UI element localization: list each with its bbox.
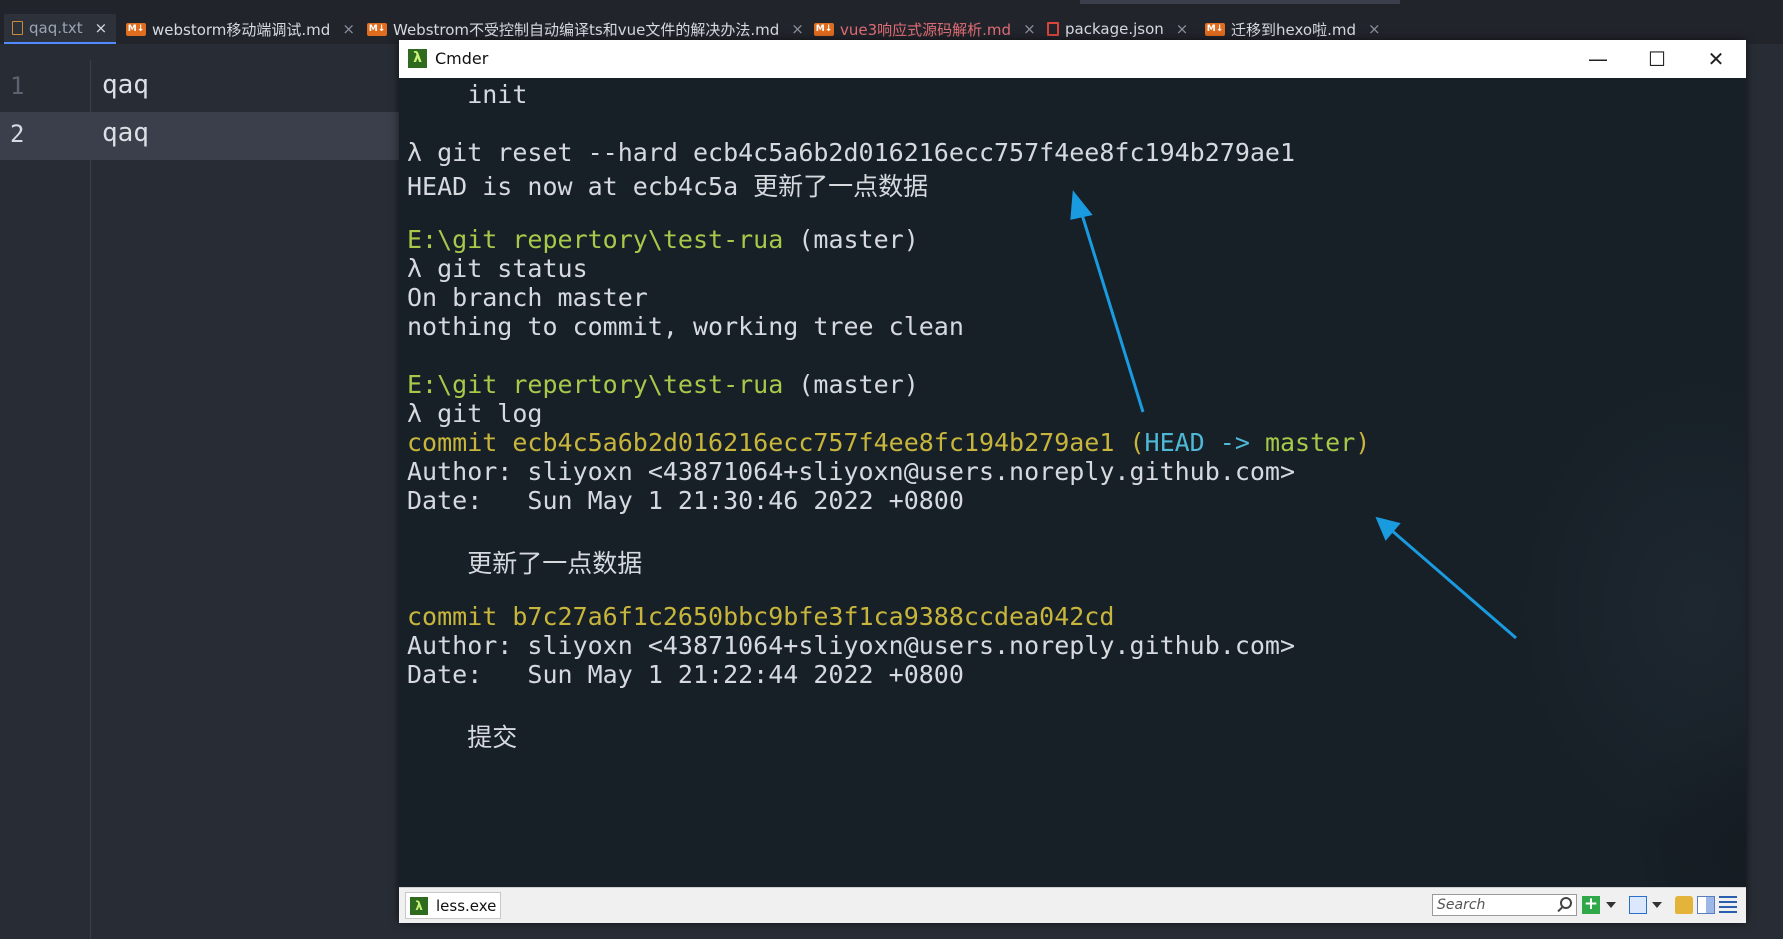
commit-line: commit b7c27a6f1c2650bbc9bfe3f1ca9388ccd… [407,602,1115,631]
close-button[interactable]: ✕ [1687,40,1745,78]
close-icon[interactable]: × [1368,20,1381,38]
cmder-window: λ Cmder — ☐ ✕ init λ git reset --hard ec… [399,40,1746,923]
terminal-line: 更新了一点数据 [407,549,643,578]
menu-icon[interactable] [1719,896,1737,914]
close-icon[interactable]: × [1023,20,1036,38]
close-icon[interactable]: × [1176,20,1189,38]
ref-close: ) [1355,428,1371,457]
editor-tab-bar: qaq.txt × M↓ webstorm移动端调试.md × M↓ Webst… [0,0,1783,44]
tab-strip-indicator [1080,0,1400,4]
close-icon[interactable]: × [342,20,355,38]
terminal-line: λ git status [407,254,588,283]
minimize-button[interactable]: — [1569,40,1627,78]
prompt-branch: (master) [783,370,919,399]
txt-file-icon [12,21,23,35]
terminal-line: λ git reset --hard ecb4c5a6b2d016216ecc7… [407,138,1296,167]
chevron-down-icon[interactable] [1652,902,1662,908]
tab-label: qaq.txt [29,19,83,37]
line-number: 1 [10,72,25,100]
cmder-lambda-icon: λ [408,49,427,68]
commit-hash: commit ecb4c5a6b2d016216ecc757f4ee8fc194… [407,428,1115,457]
search-placeholder: Search [1437,897,1486,913]
prompt-branch: (master) [783,225,919,254]
line-text: qaq [102,118,149,148]
ref-open: ( [1114,428,1145,457]
terminal-line: Author: sliyoxn <43871064+sliyoxn@users.… [407,631,1296,660]
terminal-line: Date: Sun May 1 21:30:46 2022 +0800 [407,486,964,515]
search-input[interactable]: Search [1432,894,1577,916]
tab-label: 迁移到hexo啦.md [1231,20,1356,39]
line-number-gutter [0,60,91,939]
terminal-line: Date: Sun May 1 21:22:44 2022 +0800 [407,660,964,689]
terminal-prompt: E:\git repertory\test-rua (master) [407,370,919,399]
terminal-line: HEAD is now at ecb4c5a 更新了一点数据 [407,172,929,201]
chevron-down-icon[interactable] [1606,902,1616,908]
markdown-file-icon: M↓ [814,22,834,36]
split-view-icon[interactable] [1697,896,1715,914]
window-title: Cmder [435,49,489,68]
json-file-icon [1047,22,1059,36]
prompt-path: E:\git repertory\test-rua [407,225,784,254]
tab-qaq-txt[interactable]: qaq.txt × [4,14,116,44]
tab-label: Webstrom不受控制自动编译ts和vue文件的解决办法.md [393,20,780,39]
editor-line-current[interactable]: 2 qaq [0,112,400,160]
console-tab-label: less.exe [436,896,497,915]
new-console-icon[interactable]: + [1582,896,1600,914]
terminal-line: init [407,80,528,109]
branch-ref: master [1249,428,1356,457]
markdown-file-icon: M↓ [1205,22,1225,36]
prompt-path: E:\git repertory\test-rua [407,370,784,399]
tab-label: webstorm移动端调试.md [152,20,331,39]
terminal-line: nothing to commit, working tree clean [407,312,964,341]
tab-label: vue3响应式源码解析.md [840,20,1012,39]
head-ref: HEAD -> [1144,428,1250,457]
tab-label: package.json [1065,20,1164,38]
editor-line[interactable]: 1 qaq [0,64,400,112]
terminal-line: On branch master [407,283,648,312]
terminal-prompt: E:\git repertory\test-rua (master) [407,225,919,254]
window-titlebar[interactable]: λ Cmder — ☐ ✕ [399,40,1746,79]
terminal-line: 提交 [407,723,518,752]
maximize-button[interactable]: ☐ [1628,40,1686,78]
cmder-status-bar: λ less.exe Search + [399,887,1746,923]
terminal-output[interactable]: init λ git reset --hard ecb4c5a6b2d01621… [399,78,1746,887]
line-text: qaq [102,70,149,100]
console-tab-less[interactable]: λ less.exe [405,892,501,919]
markdown-file-icon: M↓ [126,22,146,36]
lock-icon[interactable] [1675,896,1693,914]
markdown-file-icon: M↓ [367,22,387,36]
commit-line: commit ecb4c5a6b2d016216ecc757f4ee8fc194… [407,428,1370,457]
terminal-line: λ git log [407,399,543,428]
panel-icon[interactable] [1629,896,1647,914]
close-icon[interactable]: × [791,20,804,38]
line-number: 2 [10,120,25,148]
search-icon[interactable] [1560,897,1572,909]
cmder-lambda-icon: λ [410,896,428,915]
terminal-line: Author: sliyoxn <43871064+sliyoxn@users.… [407,457,1296,486]
tab-webstorm-mobile-debug[interactable]: M↓ webstorm移动端调试.md × [126,14,355,44]
close-icon[interactable]: × [95,19,108,37]
